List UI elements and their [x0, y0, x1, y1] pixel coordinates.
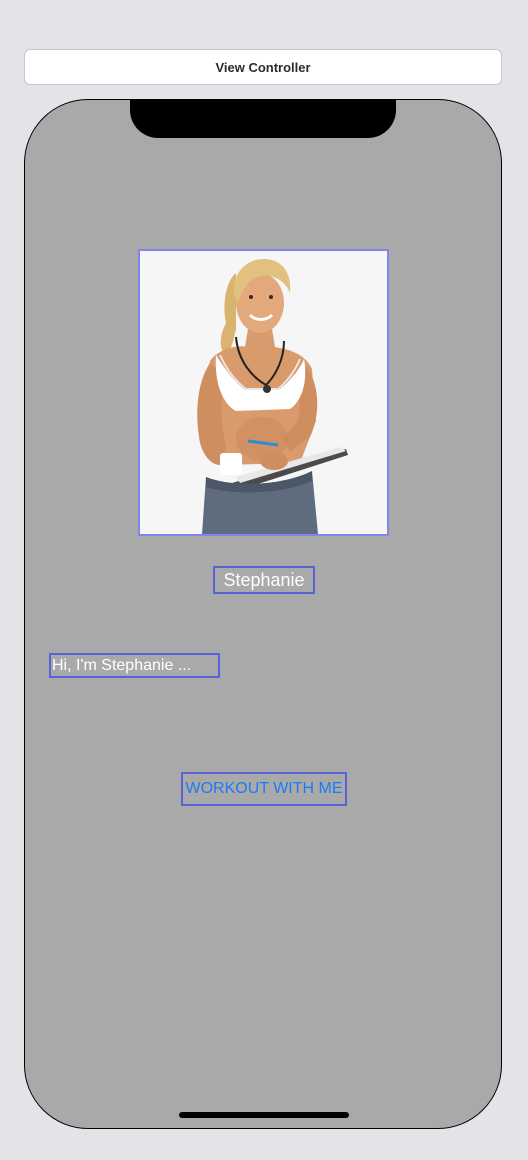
home-indicator — [179, 1112, 349, 1118]
device-notch — [130, 100, 396, 138]
profile-image-view[interactable] — [138, 249, 389, 536]
storyboard-canvas: View Controller Stephanie Hi, I'm Stepha… — [0, 0, 528, 1160]
device-frame: Stephanie Hi, I'm Stephanie ... WORKOUT … — [24, 99, 502, 1129]
name-label: Stephanie — [213, 566, 315, 594]
workout-with-me-button[interactable]: WORKOUT WITH ME — [181, 772, 347, 806]
intro-label: Hi, I'm Stephanie ... — [49, 653, 220, 678]
view-controller-title: View Controller — [215, 59, 311, 75]
trainer-photo-icon — [140, 251, 387, 534]
view-controller-header[interactable]: View Controller — [24, 49, 502, 85]
